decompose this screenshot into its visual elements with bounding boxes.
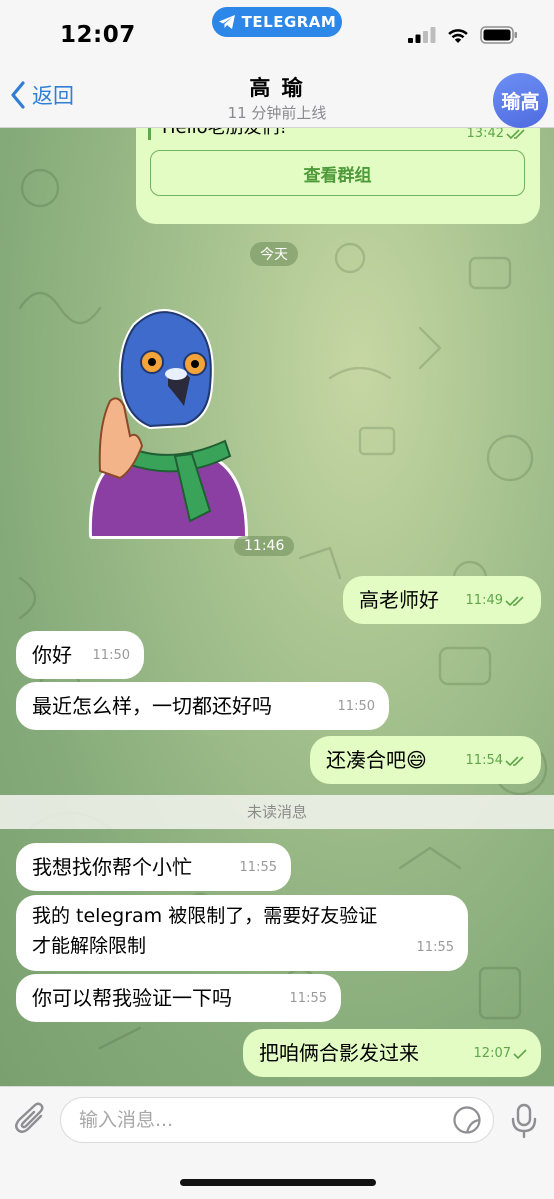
message-bubble-incoming[interactable]: 我想找你帮个小忙 11:55: [16, 843, 291, 891]
chat-title[interactable]: 高 瑜: [0, 72, 554, 102]
message-bubble-incoming[interactable]: 我的 telegram 被限制了，需要好友验证 才能解除限制 11:55: [16, 895, 468, 971]
group-card-time-text: 13:42: [466, 128, 504, 141]
double-check-icon: [506, 128, 525, 139]
message-bubble-incoming[interactable]: 你可以帮我验证一下吗 11:55: [16, 974, 341, 1022]
telegram-pill-label: TELEGRAM: [241, 13, 337, 31]
status-icons: [408, 26, 518, 44]
message-text: 我想找你帮个小忙: [32, 855, 192, 879]
message-time: 11:54: [466, 746, 527, 776]
group-preview-text: Hello老朋友们!: [162, 128, 287, 139]
single-check-icon: [513, 1049, 527, 1060]
message-bubble-outgoing[interactable]: 把咱俩合影发过来 12:07: [243, 1029, 541, 1077]
message-bubble-incoming[interactable]: 最近怎么样，一切都还好吗 11:50: [16, 682, 389, 730]
message-time: 11:50: [337, 699, 375, 714]
unread-messages-divider: 未读消息: [0, 795, 554, 829]
paperclip-icon[interactable]: [14, 1101, 48, 1137]
message-bubble-outgoing[interactable]: 还凑合吧😄 11:54: [310, 736, 541, 784]
battery-icon: [480, 26, 517, 44]
message-text: 把咱俩合影发过来: [259, 1041, 419, 1065]
message-text: 还凑合吧😄: [326, 748, 427, 772]
telegram-pill[interactable]: TELEGRAM: [212, 7, 342, 37]
status-bar: 12:07 TELEGRAM: [0, 0, 554, 60]
message-time-text: 11:49: [465, 593, 503, 608]
wifi-icon: [448, 28, 468, 43]
contact-avatar[interactable]: 瑜高: [493, 73, 548, 128]
message-text: 你可以帮我验证一下吗: [32, 986, 232, 1010]
date-separator: 今天: [250, 242, 298, 266]
message-time-text: 12:07: [473, 1046, 511, 1061]
microphone-icon[interactable]: [510, 1103, 538, 1139]
group-card-time: 13:42: [467, 128, 528, 141]
message-text: 最近怎么样，一切都还好吗: [32, 694, 272, 718]
view-group-button[interactable]: 查看群组: [150, 150, 525, 196]
message-bubble-incoming[interactable]: 你好 11:50: [16, 631, 144, 679]
message-time: 11:55: [289, 991, 327, 1006]
message-time: 11:55: [239, 860, 277, 875]
telegram-icon: [218, 15, 235, 29]
message-time: 12:07: [474, 1039, 527, 1069]
message-time-text: 11:54: [465, 753, 503, 768]
message-text: 高老师好: [359, 588, 439, 612]
home-indicator: [180, 1179, 376, 1186]
message-bubble-outgoing[interactable]: 高老师好 11:49: [343, 576, 541, 624]
message-list[interactable]: Hello老朋友们! 13:42 查看群组 今天 11:46 高老师好 11:4…: [0, 128, 554, 1086]
message-time: 11:50: [92, 648, 130, 663]
group-invite-card: Hello老朋友们! 13:42 查看群组: [136, 128, 540, 224]
signal-icon: [408, 27, 436, 43]
quote-line: [148, 128, 151, 140]
message-time: 11:55: [416, 940, 454, 955]
sticker-icon[interactable]: [452, 1105, 482, 1135]
status-time: 12:07: [60, 22, 136, 48]
message-text: 你好: [32, 643, 72, 667]
double-check-icon: [505, 596, 524, 607]
last-seen-status: 11 分钟前上线: [227, 104, 327, 122]
chat-header: 返回 高 瑜 11 分钟前上线 瑜高: [0, 60, 554, 128]
message-text: 我的 telegram 被限制了，需要好友验证 才能解除限制: [32, 905, 378, 957]
pigeon-sticker[interactable]: [80, 306, 250, 550]
message-time: 11:49: [466, 586, 527, 616]
double-check-icon: [505, 756, 524, 767]
sticker-time: 11:46: [234, 536, 295, 556]
message-input[interactable]: [60, 1097, 494, 1143]
